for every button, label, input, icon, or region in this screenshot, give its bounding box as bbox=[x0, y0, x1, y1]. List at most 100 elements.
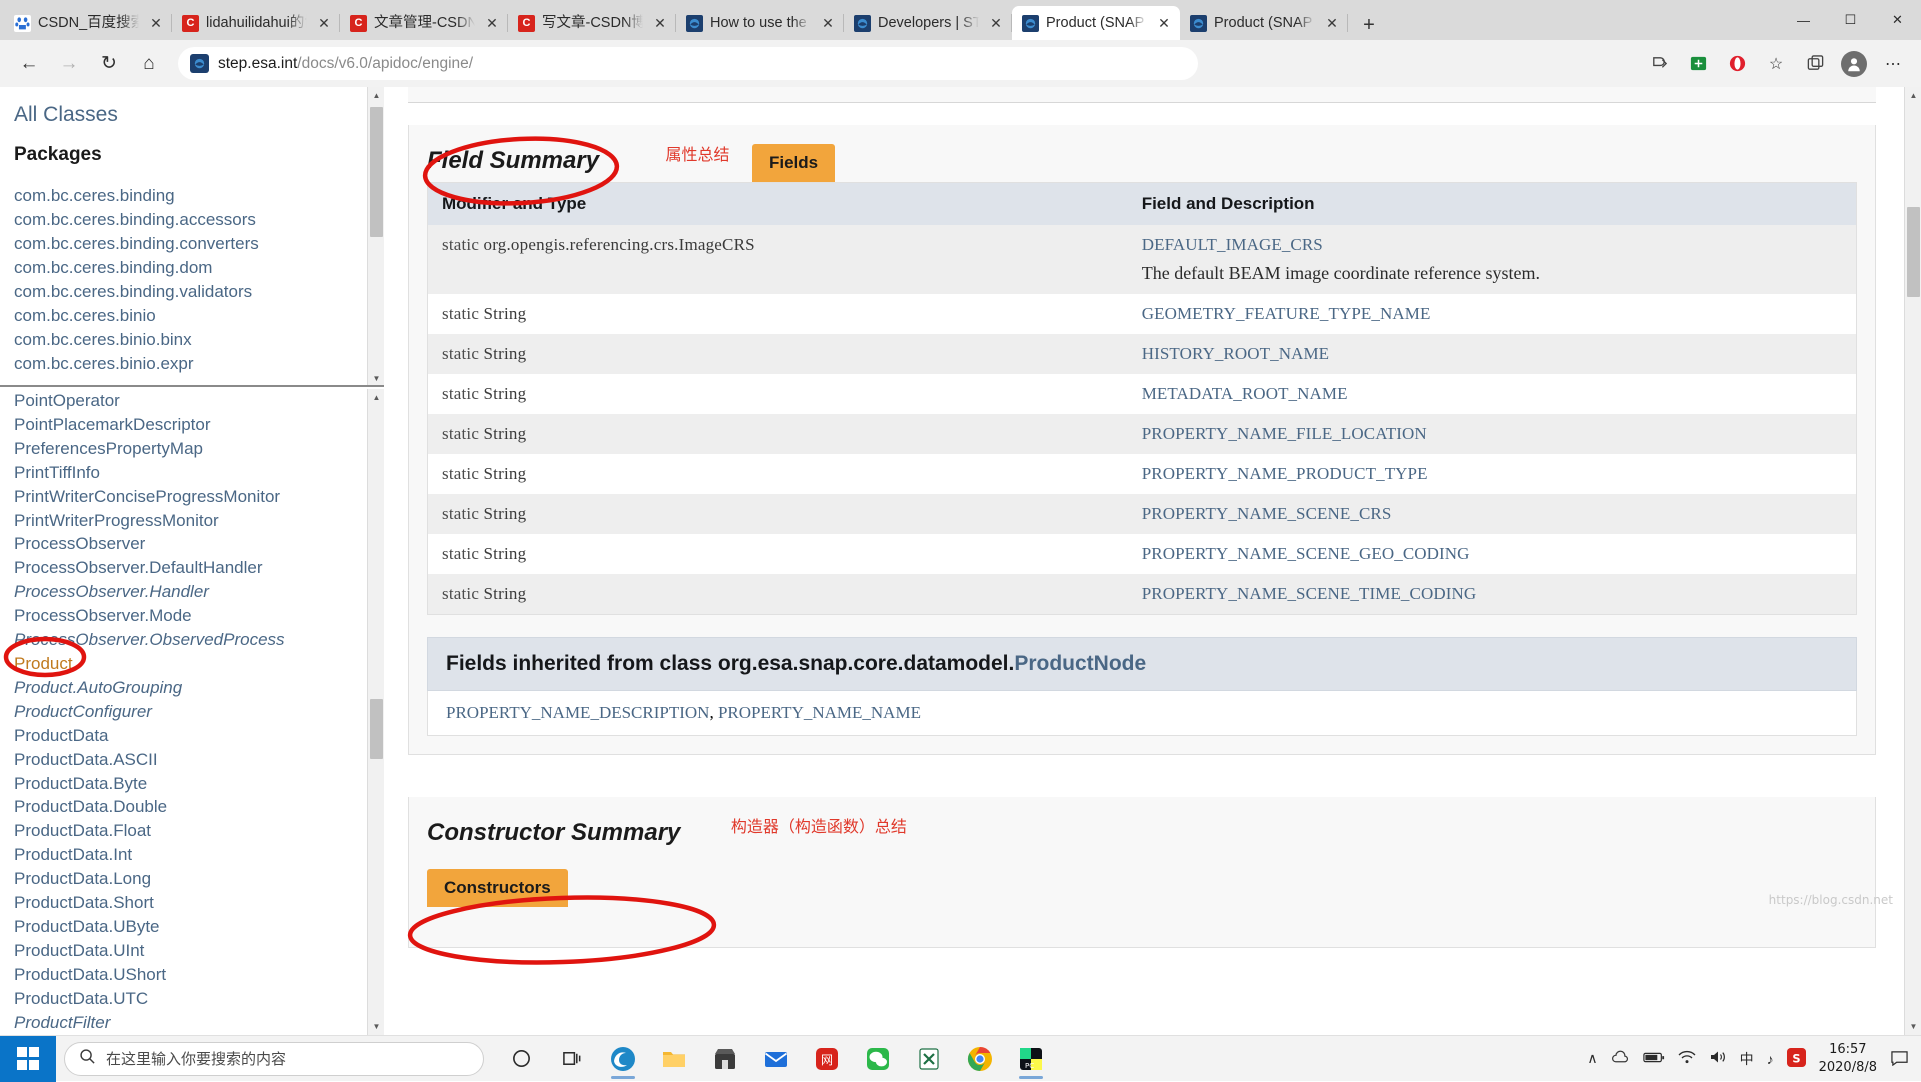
class-link[interactable]: ProductFilter bbox=[14, 1011, 384, 1035]
field-link[interactable]: PROPERTY_NAME_FILE_LOCATION bbox=[1142, 424, 1427, 443]
package-link[interactable]: com.bc.ceres.binding.converters bbox=[14, 232, 384, 256]
class-link[interactable]: ProcessObserver.ObservedProcess bbox=[14, 628, 384, 652]
taskbar-app-chrome[interactable] bbox=[957, 1037, 1003, 1081]
reload-icon[interactable]: ↻ bbox=[90, 45, 128, 83]
class-link[interactable]: ProductData.Int bbox=[14, 843, 384, 867]
tray-sogou-icon[interactable]: S bbox=[1787, 1048, 1806, 1070]
taskbar-app-mail[interactable] bbox=[753, 1037, 799, 1081]
class-link[interactable]: PrintWriterConciseProgressMonitor bbox=[14, 485, 384, 509]
close-icon[interactable]: ✕ bbox=[1322, 13, 1342, 33]
tray-ime-icon[interactable]: 中 bbox=[1740, 1049, 1754, 1069]
package-link[interactable]: com.bc.ceres.binding.validators bbox=[14, 280, 384, 304]
class-link[interactable]: ProductData.UShort bbox=[14, 963, 384, 987]
scrollbar-thumb[interactable] bbox=[370, 699, 383, 759]
tray-chevron-icon[interactable]: ∧ bbox=[1587, 1050, 1597, 1067]
start-button[interactable] bbox=[0, 1036, 56, 1082]
profile-avatar[interactable] bbox=[1836, 46, 1872, 82]
scrollbar-thumb[interactable] bbox=[370, 107, 383, 237]
field-link[interactable]: PROPERTY_NAME_PRODUCT_TYPE bbox=[1142, 464, 1428, 483]
main-content-scrollbar[interactable]: ▲ ▼ bbox=[1904, 87, 1921, 1035]
tray-battery-icon[interactable] bbox=[1643, 1051, 1665, 1067]
class-link[interactable]: ProductData.Byte bbox=[14, 772, 384, 796]
taskbar-app-edge[interactable] bbox=[600, 1037, 646, 1081]
class-link[interactable]: ProcessObserver.DefaultHandler bbox=[14, 556, 384, 580]
address-bar[interactable]: step.esa.int/docs/v6.0/apidoc/engine/ bbox=[178, 47, 1198, 80]
task-view-icon[interactable] bbox=[549, 1037, 595, 1081]
minimize-button[interactable]: — bbox=[1780, 0, 1827, 40]
packages-scrollbar[interactable]: ▲ ▼ bbox=[367, 87, 384, 387]
notifications-icon[interactable] bbox=[1890, 1049, 1909, 1069]
scroll-down-icon[interactable]: ▼ bbox=[368, 370, 384, 387]
field-link[interactable]: HISTORY_ROOT_NAME bbox=[1142, 344, 1329, 363]
class-link[interactable]: PointPlacemarkDescriptor bbox=[14, 413, 384, 437]
field-link[interactable]: PROPERTY_NAME_SCENE_CRS bbox=[1142, 504, 1392, 523]
class-link[interactable]: ProductData.Long bbox=[14, 867, 384, 891]
close-window-button[interactable]: ✕ bbox=[1874, 0, 1921, 40]
class-link[interactable]: PreferencesPropertyMap bbox=[14, 437, 384, 461]
productnode-link[interactable]: ProductNode bbox=[1014, 652, 1146, 675]
field-link[interactable]: DEFAULT_IMAGE_CRS bbox=[1142, 235, 1323, 254]
close-icon[interactable]: ✕ bbox=[314, 13, 334, 33]
taskbar-app-excel[interactable] bbox=[906, 1037, 952, 1081]
field-link[interactable]: PROPERTY_NAME_SCENE_TIME_CODING bbox=[1142, 584, 1477, 603]
close-icon[interactable]: ✕ bbox=[146, 13, 166, 33]
field-link[interactable]: METADATA_ROOT_NAME bbox=[1142, 384, 1348, 403]
browser-tab-7[interactable]: Product (SNAP Engine) ✕ bbox=[1180, 6, 1348, 40]
cortana-icon[interactable] bbox=[498, 1037, 544, 1081]
class-link[interactable]: ProductData.Short bbox=[14, 891, 384, 915]
taskbar-app-wechat[interactable] bbox=[855, 1037, 901, 1081]
opera-icon[interactable] bbox=[1719, 46, 1755, 82]
class-link[interactable]: ProcessObserver bbox=[14, 532, 384, 556]
class-link[interactable]: ProcessObserver.Mode bbox=[14, 604, 384, 628]
close-icon[interactable]: ✕ bbox=[482, 13, 502, 33]
home-icon[interactable]: ⌂ bbox=[130, 45, 168, 83]
inherited-field-link[interactable]: PROPERTY_NAME_DESCRIPTION bbox=[446, 703, 709, 722]
scroll-down-icon[interactable]: ▼ bbox=[368, 1018, 384, 1035]
class-link[interactable]: ProductData.ASCII bbox=[14, 748, 384, 772]
tray-cloud-icon[interactable] bbox=[1611, 1050, 1630, 1068]
inherited-field-link[interactable]: PROPERTY_NAME_NAME bbox=[718, 703, 921, 722]
taskbar-clock[interactable]: 16:57 2020/8/8 bbox=[1819, 1041, 1877, 1076]
class-link[interactable]: ProductData.Double bbox=[14, 795, 384, 819]
browser-tab-6-active[interactable]: Product (SNAP Engine) ✕ bbox=[1012, 6, 1180, 40]
tray-ime-mode-icon[interactable]: ♪ bbox=[1767, 1051, 1774, 1067]
package-link[interactable]: com.bc.ceres.binding.accessors bbox=[14, 208, 384, 232]
favorites-star-icon[interactable]: ☆ bbox=[1758, 46, 1794, 82]
taskbar-app-microsoft-store[interactable] bbox=[702, 1037, 748, 1081]
package-link[interactable]: com.bc.ceres.binding bbox=[14, 184, 384, 208]
scrollbar-thumb[interactable] bbox=[1907, 207, 1920, 297]
class-link[interactable]: ProductData.Float bbox=[14, 819, 384, 843]
taskbar-search-input[interactable]: 在这里输入你要搜索的内容 bbox=[64, 1042, 484, 1076]
forward-icon[interactable]: → bbox=[50, 45, 88, 83]
tray-wifi-icon[interactable] bbox=[1678, 1050, 1696, 1067]
scroll-up-icon[interactable]: ▲ bbox=[368, 87, 384, 104]
constructors-tab-caption[interactable]: Constructors bbox=[427, 869, 568, 907]
classes-scrollbar[interactable]: ▲ ▼ bbox=[367, 389, 384, 1035]
browser-tab-4[interactable]: How to use the SNAP API ✕ bbox=[676, 6, 844, 40]
class-link[interactable]: ProductData.UByte bbox=[14, 915, 384, 939]
close-icon[interactable]: ✕ bbox=[650, 13, 670, 33]
browser-tab-0[interactable]: CSDN_百度搜索 ✕ bbox=[4, 6, 172, 40]
class-link[interactable]: ProductConfigurer bbox=[14, 700, 384, 724]
class-link[interactable]: ProductData.UTC bbox=[14, 987, 384, 1011]
new-tab-button[interactable]: + bbox=[1352, 10, 1386, 40]
all-classes-link[interactable]: All Classes bbox=[0, 87, 384, 128]
class-link[interactable]: ProcessObserver.Handler bbox=[14, 580, 384, 604]
scroll-up-icon[interactable]: ▲ bbox=[368, 389, 384, 406]
field-link[interactable]: GEOMETRY_FEATURE_TYPE_NAME bbox=[1142, 304, 1431, 323]
class-link[interactable]: ProductData bbox=[14, 724, 384, 748]
maximize-button[interactable]: ☐ bbox=[1827, 0, 1874, 40]
taskbar-app-pycharm[interactable]: PC bbox=[1008, 1037, 1054, 1081]
browser-tab-1[interactable]: C lidahuilidahui的博客 ✕ bbox=[172, 6, 340, 40]
close-icon[interactable]: ✕ bbox=[986, 13, 1006, 33]
package-link[interactable]: com.bc.ceres.binio.expr bbox=[14, 352, 384, 376]
class-link-product-current[interactable]: Product bbox=[14, 652, 384, 676]
class-link[interactable]: PrintWriterProgressMonitor bbox=[14, 509, 384, 533]
scroll-down-icon[interactable]: ▼ bbox=[1905, 1018, 1921, 1035]
browser-tab-5[interactable]: Developers | STEP ✕ bbox=[844, 6, 1012, 40]
class-link[interactable]: PointOperator bbox=[14, 389, 384, 413]
fields-tab-caption[interactable]: Fields bbox=[752, 144, 835, 182]
tray-volume-icon[interactable] bbox=[1709, 1050, 1727, 1067]
back-icon[interactable]: ← bbox=[10, 45, 48, 83]
package-link[interactable]: com.bc.ceres.binio bbox=[14, 304, 384, 328]
